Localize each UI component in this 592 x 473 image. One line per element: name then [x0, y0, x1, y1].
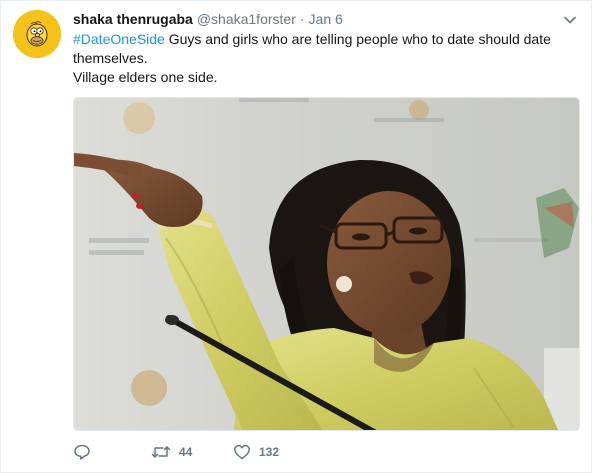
tweet-text-line-2: Village elders one side.	[73, 69, 218, 85]
username[interactable]: @shaka1forster	[197, 10, 296, 28]
tweet-header: shaka thenrugaba @shaka1forster · Jan 6	[73, 10, 343, 28]
chevron-down-icon[interactable]	[563, 13, 577, 25]
homer-avatar-icon	[13, 10, 61, 58]
tweet-actions: 44 132	[73, 442, 313, 462]
reply-button[interactable]	[73, 443, 151, 461]
hashtag-link[interactable]: #DateOneSide	[73, 31, 165, 47]
tweet-card[interactable]: shaka thenrugaba @shaka1forster · Jan 6 …	[0, 0, 592, 473]
like-count: 132	[259, 445, 280, 459]
retweet-count: 44	[179, 445, 193, 459]
tweet-photo[interactable]	[73, 97, 580, 431]
heart-icon	[234, 444, 250, 460]
like-button[interactable]: 132	[233, 443, 313, 461]
display-name[interactable]: shaka thenrugaba	[73, 10, 193, 28]
photo-woman-pointing	[74, 98, 579, 430]
reply-icon	[74, 444, 90, 460]
retweet-button[interactable]: 44	[151, 443, 233, 461]
separator-dot: ·	[299, 11, 305, 27]
tweet-text-line-1: #DateOneSide Guys and girls who are tell…	[73, 30, 573, 68]
tweet-text: #DateOneSide Guys and girls who are tell…	[73, 30, 573, 87]
timestamp-link[interactable]: Jan 6	[309, 10, 343, 28]
avatar[interactable]	[13, 10, 61, 58]
retweet-icon	[151, 446, 171, 458]
